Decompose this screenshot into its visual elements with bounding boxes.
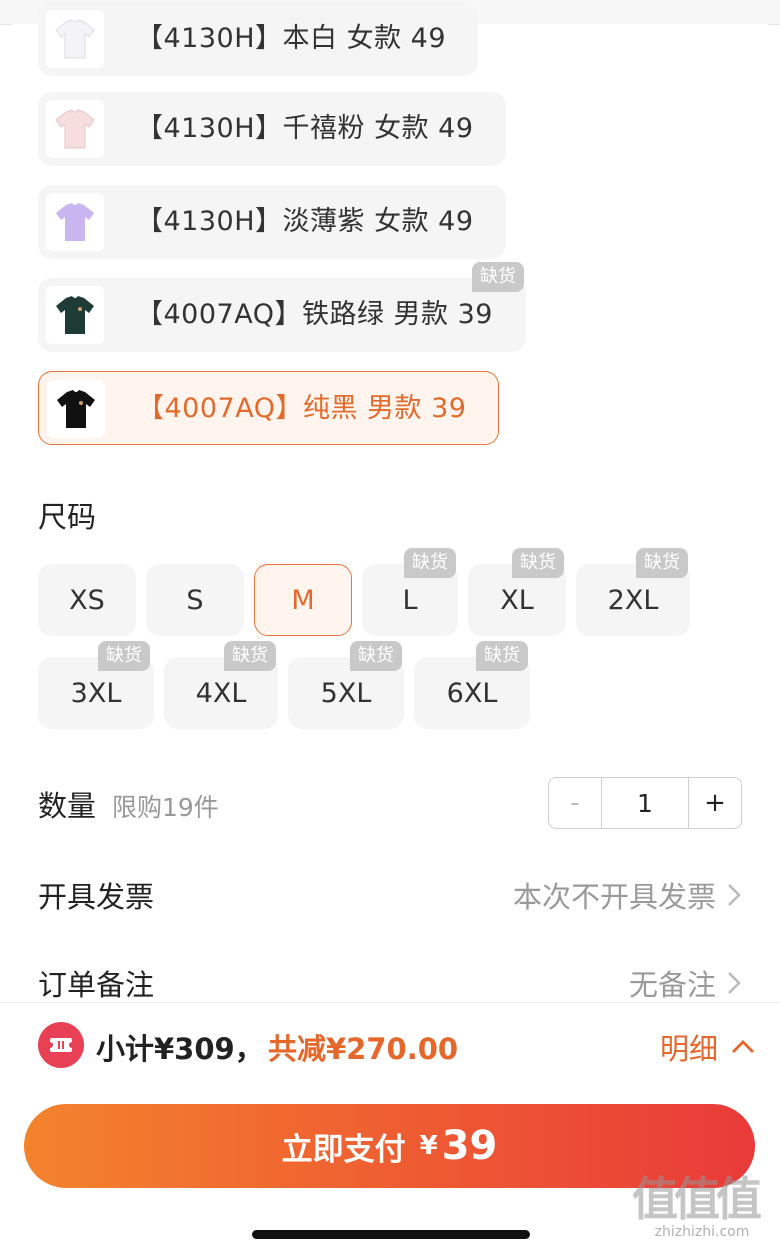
currency-symbol: ¥ xyxy=(419,1131,438,1161)
variant-option[interactable]: 【4007AQ】铁路绿 男款 39 xyxy=(38,278,526,352)
sku-sheet xyxy=(12,24,768,1004)
size-option[interactable]: S xyxy=(146,564,244,636)
chevron-right-icon xyxy=(728,884,741,906)
detail-label: 明细 xyxy=(659,1032,718,1066)
variant-label: 【4007AQ】纯黑 男款 39 xyxy=(137,393,467,424)
coupon-icon xyxy=(38,1022,84,1068)
size-section-title: 尺码 xyxy=(38,500,97,534)
increase-button[interactable]: + xyxy=(688,778,741,828)
subtotal-text: 小计¥309， xyxy=(96,1032,264,1066)
product-thumbnail xyxy=(46,193,104,251)
product-thumbnail xyxy=(46,100,104,158)
price-detail-toggle[interactable]: 明细 xyxy=(660,1026,756,1068)
product-thumbnail xyxy=(47,380,105,438)
discount-total-text: 共减¥270.00 xyxy=(268,1032,459,1066)
product-thumbnail xyxy=(46,10,104,68)
size-option-selected[interactable]: M xyxy=(254,564,352,636)
out-of-stock-tag: 缺货 xyxy=(98,641,150,671)
variant-label: 【4130H】淡薄紫 女款 49 xyxy=(136,206,474,237)
invoice-row[interactable]: 本次不开具发票 xyxy=(513,874,742,916)
out-of-stock-tag: 缺货 xyxy=(350,641,402,671)
chevron-right-icon xyxy=(728,972,741,994)
variant-option-selected[interactable]: 【4007AQ】纯黑 男款 39 xyxy=(38,371,499,445)
purchase-limit-text: 限购19件 xyxy=(112,793,219,822)
order-note-label: 订单备注 xyxy=(38,968,155,1002)
out-of-stock-tag: 缺货 xyxy=(636,548,688,578)
order-note-value: 无备注 xyxy=(628,968,716,1002)
out-of-stock-tag: 缺货 xyxy=(472,262,524,292)
variant-label: 【4007AQ】铁路绿 男款 39 xyxy=(136,299,493,330)
quantity-stepper: - 1 + xyxy=(548,777,742,829)
chevron-up-icon xyxy=(732,1040,754,1053)
watermark-domain: zhizhizhi.com xyxy=(654,1224,750,1240)
out-of-stock-tag: 缺货 xyxy=(224,641,276,671)
variant-option[interactable]: 【4130H】千禧粉 女款 49 xyxy=(38,92,506,166)
site-watermark: 值值值 zhizhizhi.com xyxy=(632,1174,772,1244)
quantity-value[interactable]: 1 xyxy=(602,778,688,828)
decrease-button[interactable]: - xyxy=(549,778,602,828)
variant-option[interactable]: 【4130H】淡薄紫 女款 49 xyxy=(38,185,506,259)
size-option[interactable]: XS xyxy=(38,564,136,636)
quantity-label: 数量 xyxy=(38,789,97,823)
variant-label: 【4130H】千禧粉 女款 49 xyxy=(136,113,474,144)
out-of-stock-tag: 缺货 xyxy=(512,548,564,578)
variant-option[interactable]: 【4130H】本白 女款 49 xyxy=(38,2,478,76)
order-note-row[interactable]: 无备注 xyxy=(629,962,742,1004)
home-indicator[interactable] xyxy=(252,1230,530,1239)
pay-amount: 39 xyxy=(441,1123,498,1169)
pay-button-label: 立即支付 xyxy=(281,1131,406,1168)
out-of-stock-tag: 缺货 xyxy=(404,548,456,578)
watermark-logo: 值值值 xyxy=(632,1172,762,1226)
invoice-label: 开具发票 xyxy=(38,880,155,914)
variant-label: 【4130H】本白 女款 49 xyxy=(136,23,447,54)
invoice-value: 本次不开具发票 xyxy=(512,880,716,914)
out-of-stock-tag: 缺货 xyxy=(476,641,528,671)
product-thumbnail xyxy=(46,286,104,344)
